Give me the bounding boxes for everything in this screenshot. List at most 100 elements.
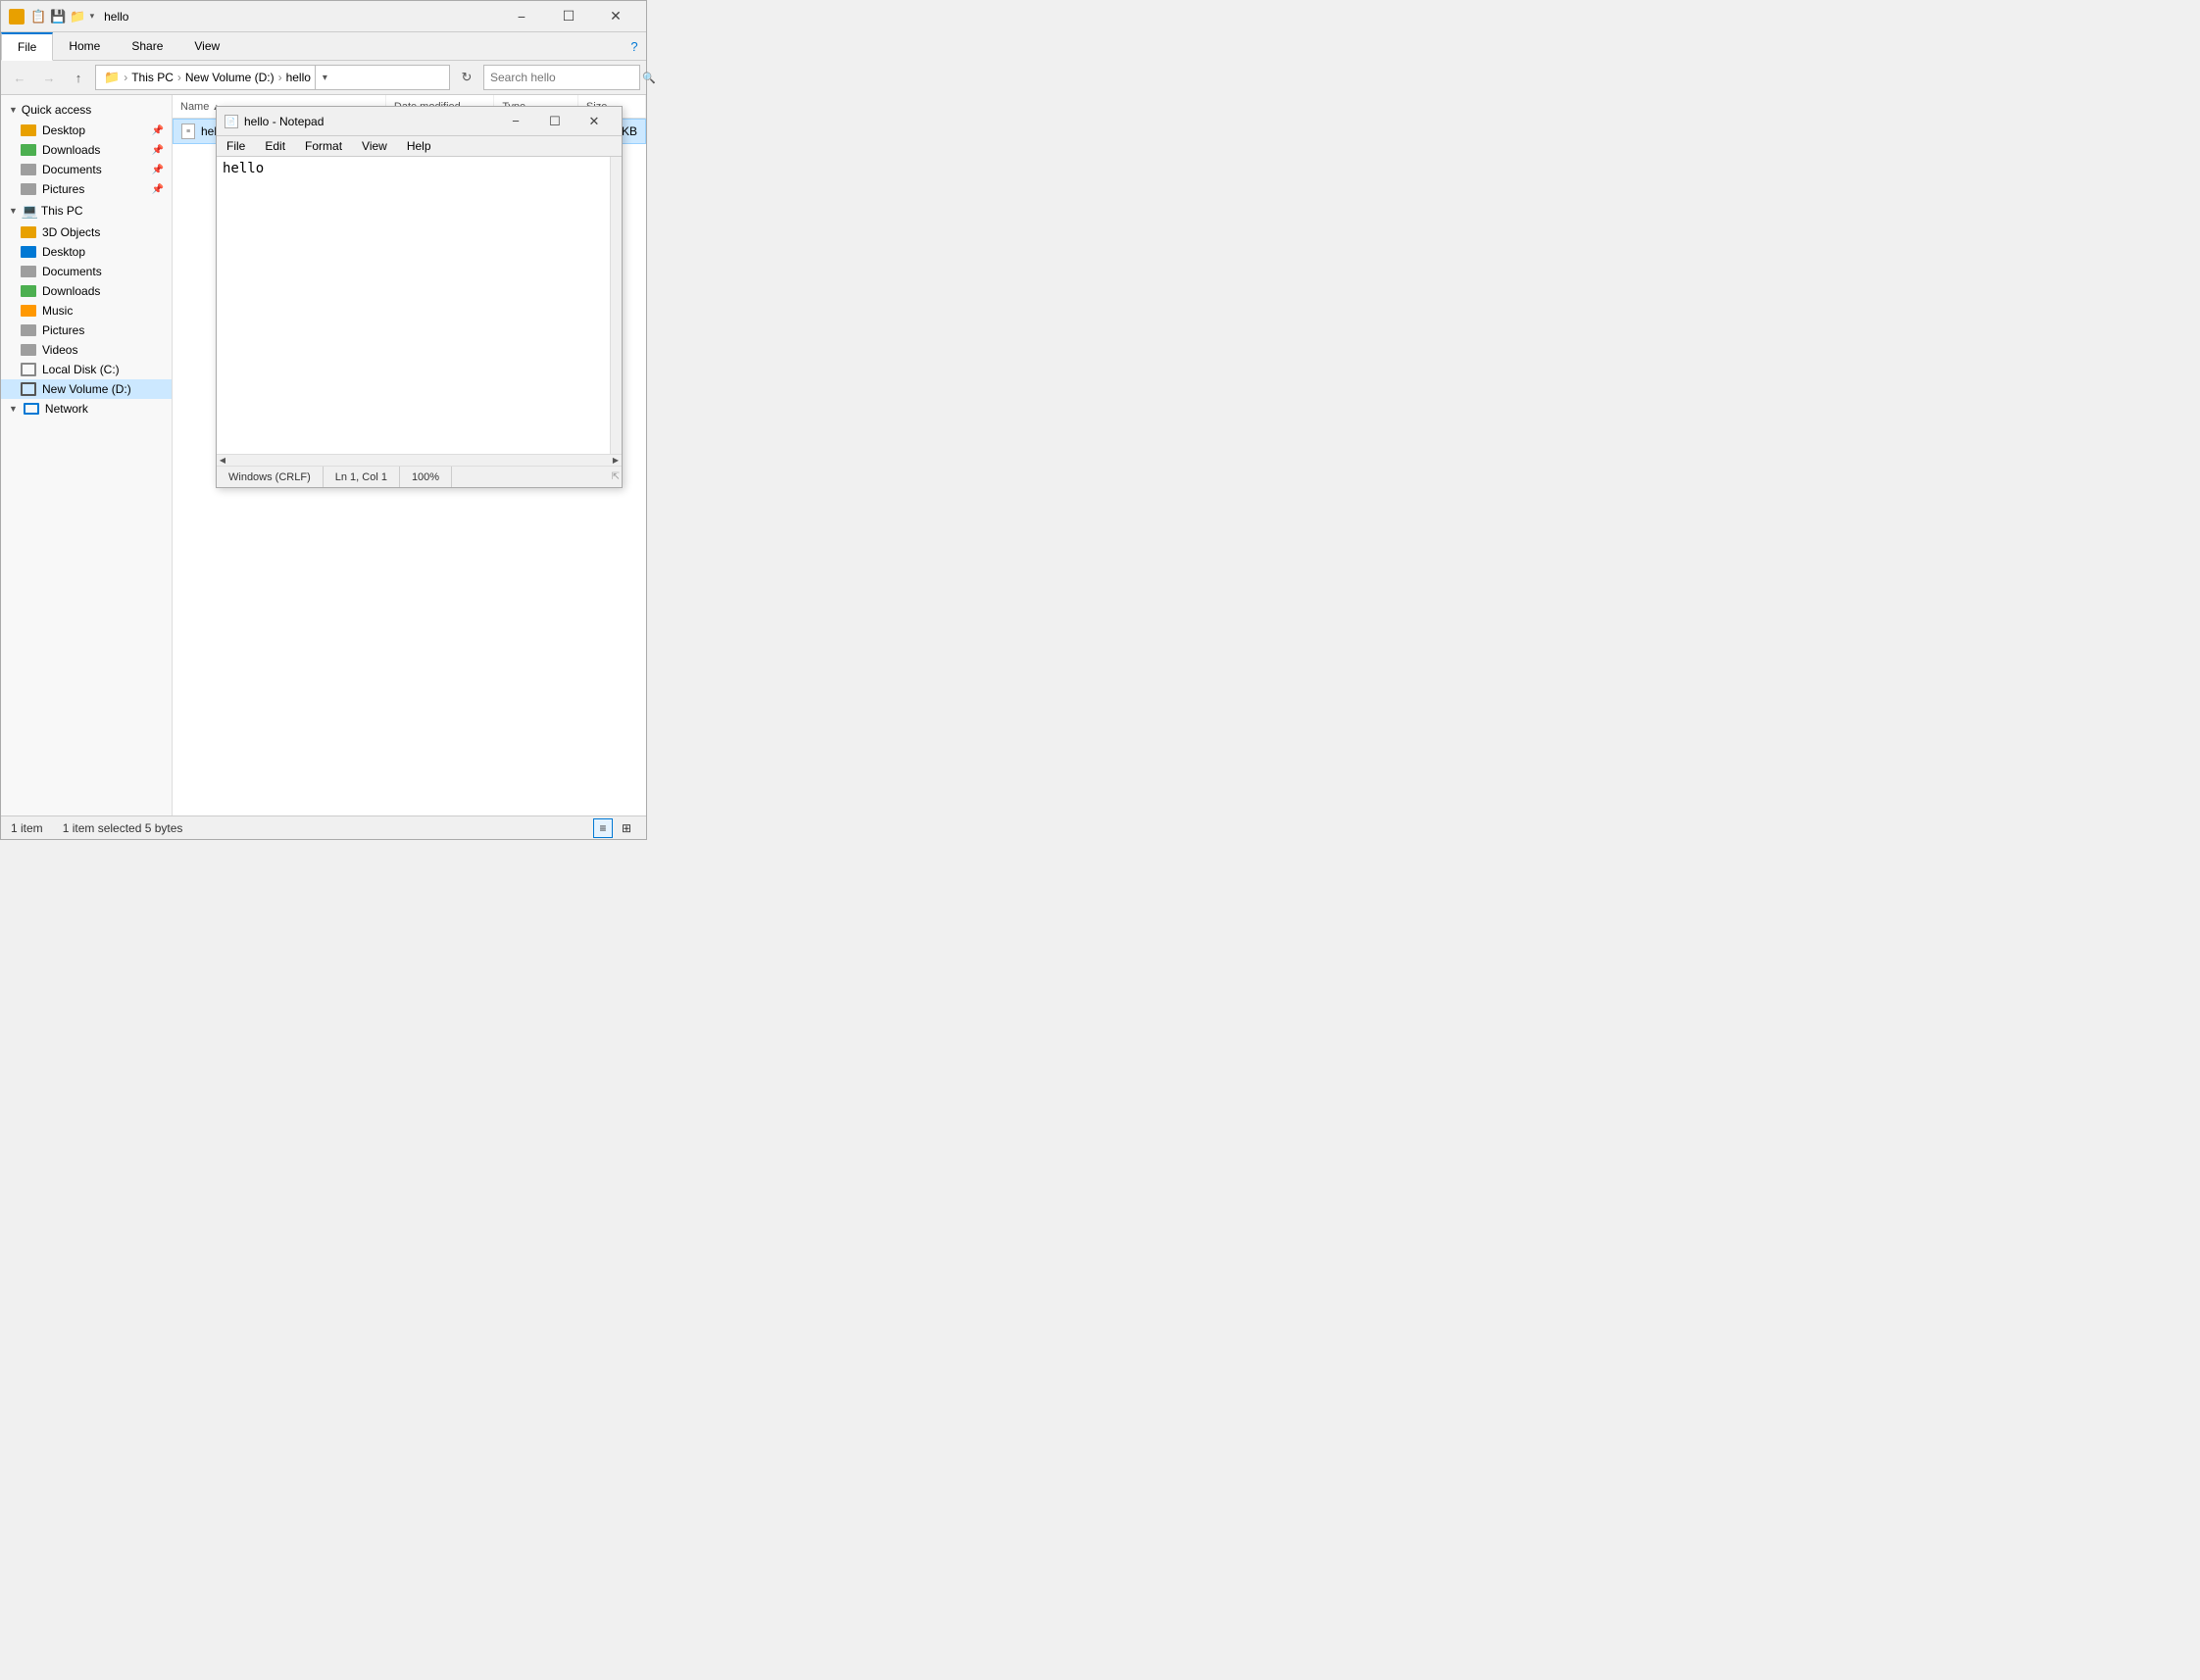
zoom-label: 100% xyxy=(412,471,439,483)
tab-share[interactable]: Share xyxy=(116,32,178,60)
back-button[interactable]: ← xyxy=(7,65,32,90)
notepad-status-bar: Windows (CRLF) Ln 1, Col 1 100% ⇱ xyxy=(217,466,622,487)
this-pc-icon: 💻 xyxy=(22,203,37,219)
sidebar-item-label: Local Disk (C:) xyxy=(42,363,120,376)
col-name-label: Name xyxy=(180,101,209,113)
sidebar-item-network[interactable]: ▼ Network xyxy=(1,399,172,419)
sidebar-item-documents-quick[interactable]: Documents 📌 xyxy=(1,160,172,179)
folder-icon xyxy=(21,324,36,336)
notepad-vertical-scrollbar[interactable] xyxy=(610,157,622,454)
sidebar-item-label: Desktop xyxy=(42,245,85,259)
tab-view[interactable]: View xyxy=(178,32,235,60)
menu-item-help[interactable]: Help xyxy=(397,136,441,156)
folder-icon xyxy=(21,183,36,195)
folder-icon xyxy=(21,226,36,238)
folder-icon xyxy=(21,285,36,297)
menu-item-view[interactable]: View xyxy=(352,136,397,156)
sidebar-item-label: Videos xyxy=(42,343,77,357)
up-button[interactable]: ↑ xyxy=(66,65,91,90)
qat-icon1: 📋 xyxy=(30,9,46,25)
chevron-icon: ▼ xyxy=(9,206,18,216)
help-icon[interactable]: ? xyxy=(623,32,646,60)
view-toggle: ≡ ⊞ xyxy=(593,818,636,838)
path-new-volume[interactable]: New Volume (D:) xyxy=(185,71,275,84)
disk-icon xyxy=(21,363,36,376)
notepad-encoding: Windows (CRLF) xyxy=(217,467,324,487)
disk-icon xyxy=(21,382,36,396)
sidebar-item-label: Documents xyxy=(42,163,102,176)
pin-icon: 📌 xyxy=(152,125,164,136)
address-path-bar[interactable]: 📁 › This PC › New Volume (D:) › hello ▾ xyxy=(95,65,450,90)
qat-dropdown[interactable]: ▾ xyxy=(90,11,95,22)
menu-item-format[interactable]: Format xyxy=(295,136,352,156)
network-icon xyxy=(24,403,39,415)
ribbon-tab-bar: File Home Share View ? xyxy=(1,32,646,61)
sidebar-item-downloads-quick[interactable]: Downloads 📌 xyxy=(1,140,172,160)
selected-info: 1 item selected 5 bytes xyxy=(63,821,183,835)
sidebar-item-local-disk[interactable]: Local Disk (C:) xyxy=(1,360,172,379)
search-input[interactable] xyxy=(490,71,642,84)
qat-icon2: 💾 xyxy=(50,9,66,25)
sidebar-item-videos[interactable]: Videos xyxy=(1,340,172,360)
scroll-right-icon: ▶ xyxy=(610,455,622,467)
folder-icon xyxy=(21,124,36,136)
notepad-zoom: 100% xyxy=(400,467,452,487)
notepad-close-button[interactable]: ✕ xyxy=(575,107,614,136)
sidebar-section-quick-access[interactable]: ▼ Quick access xyxy=(1,99,172,121)
scroll-left-icon: ◀ xyxy=(217,455,228,467)
path-sep2: › xyxy=(177,71,181,84)
menu-item-file[interactable]: File xyxy=(217,136,255,156)
sidebar-item-music[interactable]: Music xyxy=(1,301,172,321)
sidebar-item-label: Downloads xyxy=(42,143,100,157)
sidebar-item-label: Pictures xyxy=(42,323,84,337)
notepad-horizontal-scrollbar[interactable]: ◀ ▶ xyxy=(217,454,622,466)
notepad-window-icon: 📄 xyxy=(225,115,238,128)
large-icons-view-button[interactable]: ⊞ xyxy=(617,818,636,838)
notepad-maximize-button[interactable]: ☐ xyxy=(535,107,575,136)
sidebar-section-this-pc[interactable]: ▼ 💻 This PC xyxy=(1,199,172,222)
pin-icon: 📌 xyxy=(152,184,164,195)
sidebar-item-new-volume[interactable]: New Volume (D:) xyxy=(1,379,172,399)
explorer-window-controls: − ☐ ✕ xyxy=(499,1,638,32)
explorer-window-icon xyxy=(9,9,25,25)
explorer-minimize-button[interactable]: − xyxy=(499,1,544,32)
folder-icon xyxy=(21,246,36,258)
path-hello[interactable]: hello xyxy=(286,71,311,84)
address-bar: ← → ↑ 📁 › This PC › New Volume (D:) › he… xyxy=(1,61,646,95)
sidebar-item-desktop-quick[interactable]: Desktop 📌 xyxy=(1,121,172,140)
notepad-window: 📄 hello - Notepad − ☐ ✕ File Edit Format… xyxy=(216,106,623,488)
notepad-minimize-button[interactable]: − xyxy=(496,107,535,136)
sidebar-item-documents-pc[interactable]: Documents xyxy=(1,262,172,281)
encoding-label: Windows (CRLF) xyxy=(228,471,311,483)
notepad-position: Ln 1, Col 1 xyxy=(324,467,400,487)
notepad-title-bar: 📄 hello - Notepad − ☐ ✕ xyxy=(217,107,622,136)
refresh-button[interactable]: ↻ xyxy=(454,65,479,90)
sidebar-item-label: Desktop xyxy=(42,124,85,137)
address-dropdown-button[interactable]: ▾ xyxy=(315,65,334,90)
explorer-close-button[interactable]: ✕ xyxy=(593,1,638,32)
details-view-button[interactable]: ≡ xyxy=(593,818,613,838)
explorer-maximize-button[interactable]: ☐ xyxy=(546,1,591,32)
search-icon: 🔍 xyxy=(642,72,656,84)
resize-grip-icon: ⇱ xyxy=(612,471,622,482)
folder-icon xyxy=(21,344,36,356)
sidebar-item-3d-objects[interactable]: 3D Objects xyxy=(1,222,172,242)
folder-icon xyxy=(21,164,36,175)
search-box[interactable]: 🔍 xyxy=(483,65,640,90)
sidebar-item-desktop-pc[interactable]: Desktop xyxy=(1,242,172,262)
tab-file[interactable]: File xyxy=(1,32,53,61)
path-sep1: › xyxy=(124,71,127,84)
forward-button[interactable]: → xyxy=(36,65,62,90)
sidebar-item-pictures-pc[interactable]: Pictures xyxy=(1,321,172,340)
path-this-pc[interactable]: This PC xyxy=(131,71,174,84)
sidebar-item-downloads-pc[interactable]: Downloads xyxy=(1,281,172,301)
sidebar-item-pictures-quick[interactable]: Pictures 📌 xyxy=(1,179,172,199)
item-count: 1 item xyxy=(11,821,43,835)
notepad-window-controls: − ☐ ✕ xyxy=(496,107,614,136)
explorer-title: hello xyxy=(104,10,499,24)
sidebar-item-label: Pictures xyxy=(42,182,84,196)
notepad-textarea[interactable]: hello xyxy=(217,157,610,454)
menu-item-edit[interactable]: Edit xyxy=(255,136,295,156)
tab-home[interactable]: Home xyxy=(53,32,116,60)
notepad-content-area: hello xyxy=(217,157,622,454)
